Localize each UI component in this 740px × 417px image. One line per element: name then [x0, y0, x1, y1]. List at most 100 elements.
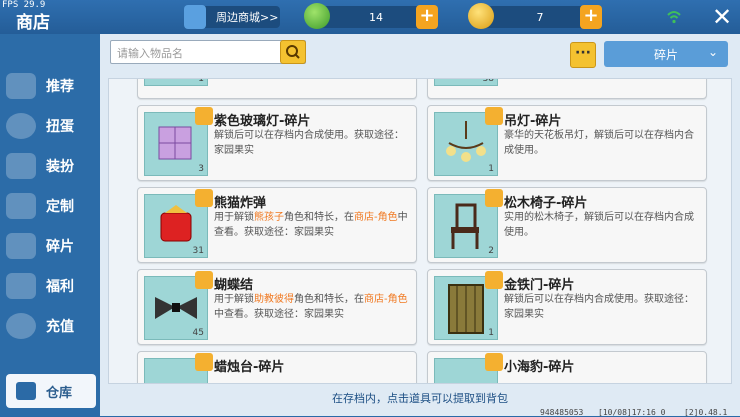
item-quantity: 31: [192, 246, 204, 256]
item-card[interactable]: 1 吊灯-碎片 豪华的天花板吊灯，解锁后可以在存档内合成使用。: [427, 105, 707, 181]
item-description: 解锁后可以在存档内合成使用。获取途径：家园果实: [214, 130, 404, 156]
item-card[interactable]: 1 金铁门-碎片 解锁后可以在存档内合成使用。获取途径：家园果实: [427, 269, 707, 345]
sidebar-item-label: 福利: [46, 279, 74, 295]
fps-counter: FPS 29.9: [2, 0, 46, 10]
gem-icon: [304, 3, 330, 29]
item-thumbnail: 1: [434, 271, 503, 340]
item-card[interactable]: 45 蝴蝶结 用于解锁助教彼得角色和特长，在商店-角色中查看。获取途径：家园果实: [137, 269, 417, 345]
sidebar-item-label: 装扮: [46, 159, 74, 175]
warehouse-label: 仓库: [46, 385, 73, 401]
sidebar-item-recharge[interactable]: 充值: [0, 306, 100, 346]
item-card[interactable]: 3 紫色玻璃灯-碎片 解锁后可以在存档内合成使用。获取途径：家园果实: [137, 105, 417, 181]
item-thumbnail: 2: [434, 189, 503, 258]
sidebar-item-label: 扭蛋: [46, 119, 74, 135]
desc-text: 用于解锁: [214, 294, 254, 305]
item-quantity: 45: [192, 328, 204, 338]
coins-icon: [6, 313, 36, 339]
fragment-badge-icon: [485, 271, 503, 289]
item-quantity: 1: [488, 328, 494, 338]
item-quantity: 1: [198, 78, 204, 84]
item-description: 解锁后可以在存档内合成使用。获取途径：家园果实: [504, 294, 694, 320]
gem-counter: 14 +: [304, 3, 438, 29]
mall-bag-icon: [184, 5, 206, 29]
main-panel: 请输入物品名 ··· 碎片 ⌄ 1 38 3 紫色玻璃灯-碎片 解锁后可以在存档…: [100, 34, 740, 416]
footer-hint: 在存档内，点击道具可以提取到背包: [332, 392, 508, 405]
shirt-icon: [6, 153, 36, 179]
search-input[interactable]: 请输入物品名: [110, 40, 306, 64]
fragment-badge-icon: [485, 189, 503, 207]
item-name: 吊灯-碎片: [504, 114, 562, 129]
gift-icon: [6, 273, 36, 299]
desc-highlight: 助教彼得: [254, 294, 294, 305]
item-quantity: 3: [198, 164, 204, 174]
fragment-badge-icon: [195, 107, 213, 125]
item-description: 用于解锁熊孩子角色和特长，在商店-角色中查看。获取途径：家园果实: [214, 210, 410, 240]
item-thumbnail: 3: [144, 107, 213, 176]
sidebar-item-fragments[interactable]: 碎片: [0, 226, 100, 266]
item-name: 熊猫炸弹: [214, 196, 267, 211]
desc-text: 中查看。获取途径：家园果实: [214, 309, 344, 320]
item-description: 实用的松木椅子，解锁后可以在存档内合成使用。: [504, 212, 694, 238]
capsule-icon: [6, 113, 36, 139]
item-quantity: 2: [488, 246, 494, 256]
item-card[interactable]: 蜡烛台-碎片: [137, 351, 417, 383]
item-thumbnail: 45: [144, 271, 213, 340]
coin-plus-button[interactable]: +: [580, 5, 602, 29]
item-name: 蜡烛台-碎片: [214, 360, 285, 375]
category-dropdown[interactable]: 碎片 ⌄: [604, 41, 728, 67]
puzzle-icon: [6, 233, 36, 259]
item-thumbnail: 31: [144, 189, 213, 258]
desc-highlight: 商店-角色: [354, 212, 398, 223]
item-thumbnail: 1: [144, 78, 208, 86]
mall-button[interactable]: 周边商城>>: [184, 5, 280, 29]
item-card[interactable]: 2 松木椅子-碎片 实用的松木椅子，解锁后可以在存档内合成使用。: [427, 187, 707, 263]
gem-plus-button[interactable]: +: [416, 5, 438, 29]
search-icon: [286, 45, 300, 59]
item-quantity: 1: [488, 164, 494, 174]
top-bar: 商店 周边商城>> 14 + 7 + ✕: [0, 0, 740, 34]
item-card[interactable]: 31 熊猫炸弹 用于解锁熊孩子角色和特长，在商店-角色中查看。获取途径：家园果实: [137, 187, 417, 263]
coin-counter: 7 +: [468, 3, 602, 29]
fragment-badge-icon: [195, 353, 213, 371]
desc-text: 角色和特长，在: [294, 294, 364, 305]
item-thumbnail: 1: [434, 107, 503, 176]
item-grid[interactable]: 1 38 3 紫色玻璃灯-碎片 解锁后可以在存档内合成使用。获取途径：家园果实 …: [108, 78, 732, 384]
fragment-badge-icon: [485, 107, 503, 125]
sidebar-item-label: 定制: [46, 199, 74, 215]
item-name: 小海豹-碎片: [504, 360, 575, 375]
item-card[interactable]: 38: [427, 78, 707, 99]
more-button[interactable]: ···: [570, 42, 596, 68]
sidebar-item-label: 充值: [46, 319, 74, 335]
item-name: 金铁门-碎片: [504, 278, 575, 293]
thumb-up-icon: [6, 73, 36, 99]
item-card[interactable]: 1: [137, 78, 417, 99]
desc-text: 角色和特长，在: [284, 212, 354, 223]
item-thumbnail: [144, 353, 213, 383]
item-card[interactable]: 小海豹-碎片: [427, 351, 707, 383]
sidebar-item-gacha[interactable]: 扭蛋: [0, 106, 100, 146]
sidebar-item-outfit[interactable]: 装扮: [0, 146, 100, 186]
sidebar-item-custom[interactable]: 定制: [0, 186, 100, 226]
coin-count: 7: [536, 10, 544, 24]
item-description: 豪华的天花板吊灯，解锁后可以在存档内合成使用。: [504, 130, 694, 156]
chevron-down-icon: ⌄: [707, 45, 718, 59]
warehouse-button[interactable]: 仓库: [6, 374, 96, 408]
warehouse-icon: [16, 382, 36, 400]
sidebar-item-recommend[interactable]: 推荐: [0, 66, 100, 106]
footer-bar: 在存档内，点击道具可以提取到背包 948485053 [10/08]17:16 …: [100, 386, 740, 417]
item-quantity: 38: [482, 78, 494, 84]
wifi-signal-icon: [667, 11, 681, 24]
pen-icon: [6, 193, 36, 219]
item-name: 蝴蝶结: [214, 278, 254, 293]
item-name: 松木椅子-碎片: [504, 196, 588, 211]
item-name: 紫色玻璃灯-碎片: [214, 114, 311, 129]
close-button[interactable]: ✕: [712, 3, 732, 31]
desc-highlight: 商店-角色: [364, 294, 408, 305]
page-title: 商店: [16, 13, 50, 33]
dropdown-selected-value: 碎片: [653, 47, 678, 62]
sidebar-item-welfare[interactable]: 福利: [0, 266, 100, 306]
sidebar-item-label: 碎片: [46, 239, 74, 255]
mall-label: 周边商城>>: [216, 11, 279, 24]
fragment-badge-icon: [485, 353, 503, 371]
search-button[interactable]: [280, 40, 306, 64]
